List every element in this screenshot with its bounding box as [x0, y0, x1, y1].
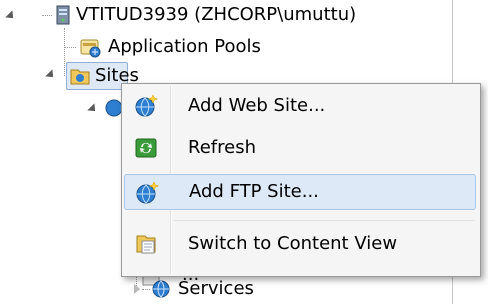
menu-item-label: Add Web Site...: [188, 95, 326, 116]
tree-connector: [64, 47, 76, 48]
services-globe-icon: [152, 280, 170, 298]
application-pools-label: Application Pools: [108, 36, 261, 57]
globe-add-icon: [136, 181, 159, 204]
tree-connector: [64, 28, 65, 76]
sites-expander[interactable]: [45, 69, 57, 81]
tree-node-server[interactable]: VTITUD3939 (ZHCORP\umuttu): [54, 1, 356, 29]
globe-add-icon: [135, 94, 158, 117]
server-expander[interactable]: [5, 10, 17, 22]
server-label: VTITUD3939 (ZHCORP\umuttu): [76, 4, 357, 25]
context-menu: Add Web Site... Refresh Add FTP Site... …: [121, 83, 481, 277]
refresh-icon: [135, 138, 157, 158]
tree-node-sites[interactable]: Sites: [66, 62, 139, 90]
tree-node-services[interactable]: Services: [150, 275, 254, 303]
server-icon: [56, 5, 70, 25]
menu-item-add-ftp-site[interactable]: Add FTP Site...: [124, 174, 476, 210]
services-label: Services: [178, 278, 254, 299]
content-view-icon: [136, 235, 156, 254]
services-expander[interactable]: [134, 284, 140, 294]
menu-item-label: Refresh: [188, 137, 256, 158]
menu-item-refresh[interactable]: Refresh: [124, 130, 476, 166]
menu-item-label: Switch to Content View: [188, 233, 398, 254]
sites-folder-icon: [70, 69, 90, 85]
menu-item-add-web-site[interactable]: Add Web Site...: [124, 88, 476, 124]
tree-connector: [142, 289, 150, 290]
menu-separator: [174, 220, 474, 221]
application-pools-icon: [80, 39, 101, 58]
tree-node-application-pools[interactable]: Application Pools: [78, 33, 261, 61]
site-expander[interactable]: [87, 103, 99, 115]
menu-item-switch-to-content-view[interactable]: Switch to Content View: [124, 226, 476, 262]
tree-connector: [42, 15, 52, 16]
menu-item-label: Add FTP Site...: [189, 181, 319, 202]
